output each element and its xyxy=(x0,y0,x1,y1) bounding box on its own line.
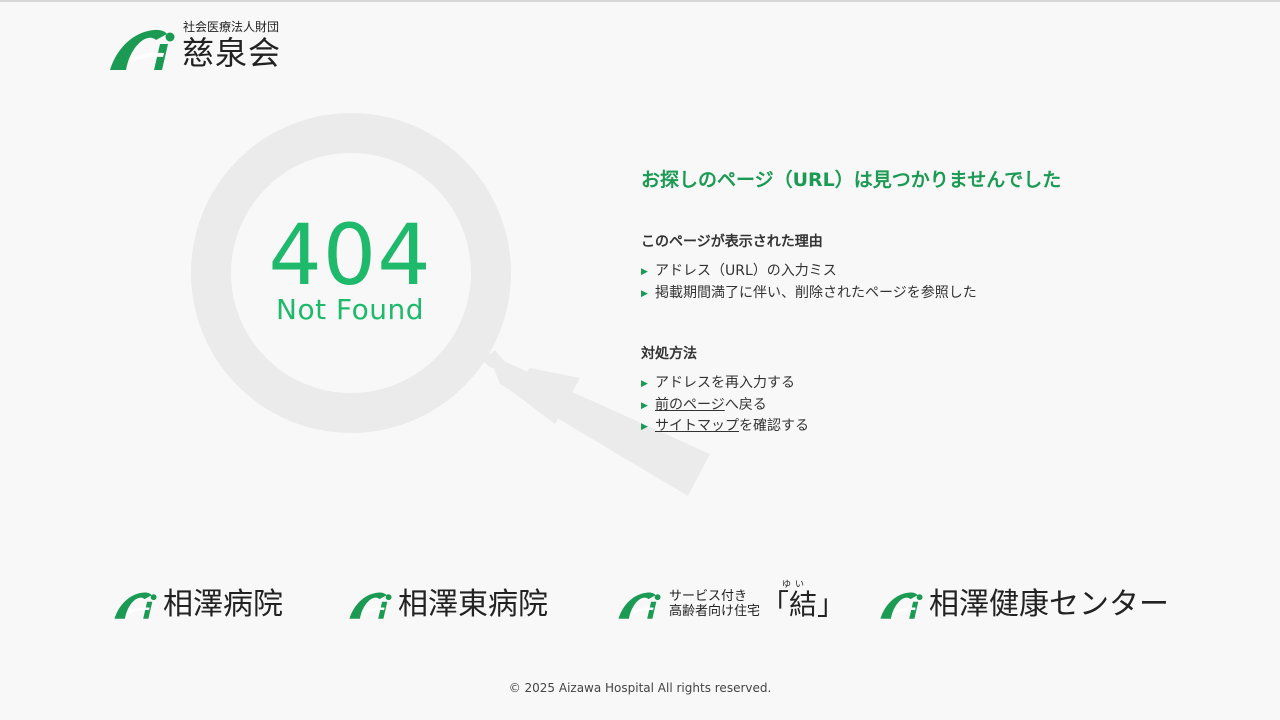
reasons-list: ▶ アドレス（URL）の入力ミス ▶ 掲載期間満了に伴い、削除されたページを参照… xyxy=(641,261,977,304)
facility-subtitle-line2: 高齢者向け住宅 xyxy=(669,604,761,619)
reasons-heading: このページが表示された理由 xyxy=(641,234,823,250)
facility-name: 相澤東病院 xyxy=(398,587,548,622)
error-text: Not Found xyxy=(276,293,424,326)
list-item: ▶ アドレス（URL）の入力ミス xyxy=(641,261,977,283)
list-item: ▶ 前のページへ戻る xyxy=(641,395,809,417)
triangle-right-icon: ▶ xyxy=(641,422,648,432)
facility-logo-health-center[interactable]: 相澤健康センター xyxy=(879,586,1169,624)
facility-subtitle-line1: サービス付き xyxy=(669,589,748,604)
logo-org-label: 社会医療法人財団 xyxy=(183,20,280,34)
list-item: ▶ サイトマップを確認する xyxy=(641,416,809,438)
action-text: を確認する xyxy=(739,418,809,434)
facility-name: 「結」 xyxy=(761,588,846,621)
previous-page-link[interactable]: 前のページ xyxy=(655,397,725,413)
facility-name: 相澤病院 xyxy=(163,587,283,622)
triangle-right-icon: ▶ xyxy=(641,379,648,389)
reason-text: アドレス（URL）の入力ミス xyxy=(655,263,837,279)
facility-logo-residence[interactable]: サービス付き 高齢者向け住宅 ゆい 「結」 xyxy=(617,580,845,624)
copyright: © 2025 Aizawa Hospital All rights reserv… xyxy=(508,681,772,695)
ai-logo-mark-icon xyxy=(110,29,175,70)
page-title: お探しのページ（URL）は見つかりませんでした xyxy=(641,169,1062,191)
facility-logo-hospital[interactable]: 相澤病院 xyxy=(113,586,293,624)
ai-logo-mark-icon xyxy=(880,592,923,619)
facility-logo-east-hospital[interactable]: 相澤東病院 xyxy=(348,586,560,624)
facility-name: 相澤健康センター xyxy=(929,587,1169,622)
triangle-right-icon: ▶ xyxy=(641,400,648,411)
triangle-right-icon: ▶ xyxy=(641,267,648,277)
ai-logo-mark-icon xyxy=(349,592,392,619)
list-item: ▶ アドレスを再入力する xyxy=(641,373,809,395)
reason-text: 掲載期間満了に伴い、削除されたページを参照した xyxy=(655,284,977,301)
triangle-right-icon: ▶ xyxy=(641,288,648,299)
ai-logo-mark-icon xyxy=(114,592,157,619)
list-item: ▶ 掲載期間満了に伴い、削除されたページを参照した xyxy=(641,283,977,305)
action-text: アドレスを再入力する xyxy=(655,375,795,391)
actions-list: ▶ アドレスを再入力する ▶ 前のページへ戻る ▶ サイトマップを確認する xyxy=(641,373,809,438)
logo-org-name: 慈泉会 xyxy=(182,34,282,72)
error-code: 404 xyxy=(268,206,432,304)
ai-logo-mark-icon xyxy=(618,592,661,619)
site-logo[interactable]: 社会医療法人財団 慈泉会 xyxy=(110,20,300,74)
top-border xyxy=(0,0,1280,2)
action-text: へ戻る xyxy=(724,396,767,413)
sitemap-link[interactable]: サイトマップ xyxy=(655,418,739,434)
actions-heading: 対処方法 xyxy=(641,346,697,362)
